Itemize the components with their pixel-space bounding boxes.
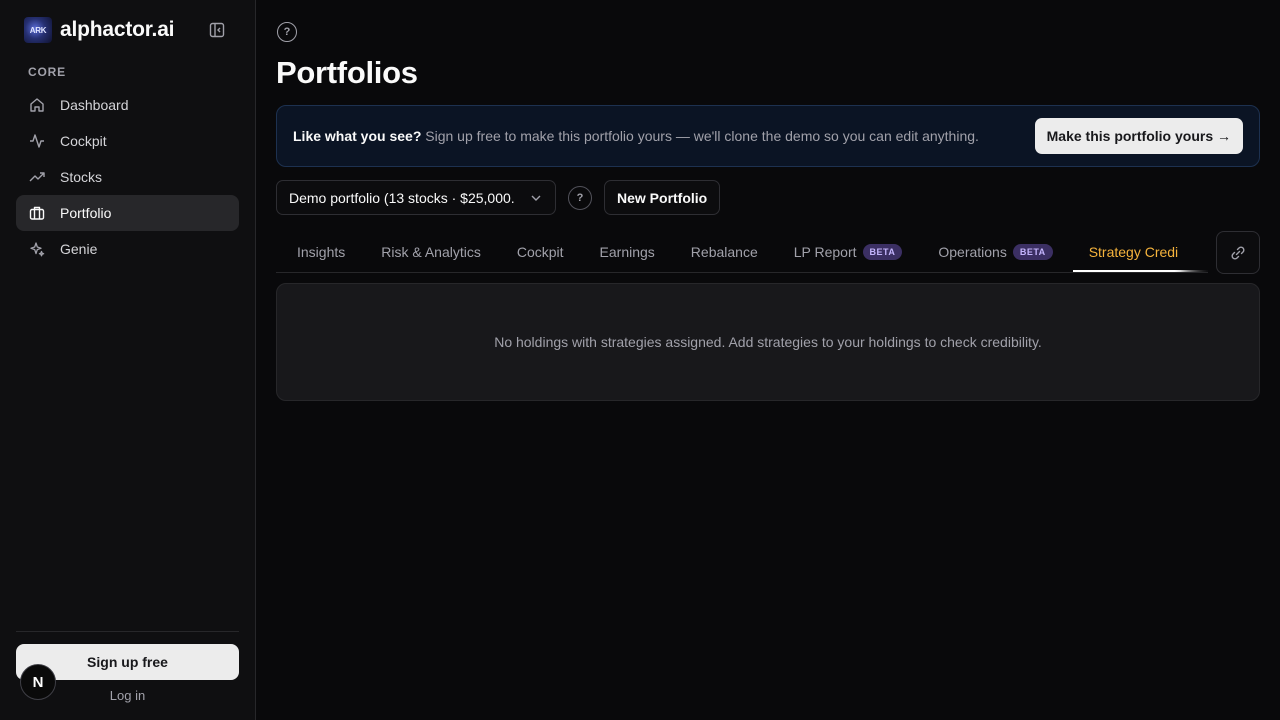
home-icon xyxy=(28,96,46,114)
banner-text: Like what you see? Sign up free to make … xyxy=(293,128,979,144)
brand-name: alphactor.ai xyxy=(60,18,175,41)
sidebar: ARK alphactor.ai CORE Dashboard Cockpit … xyxy=(0,0,256,720)
tabs-scroll-fade xyxy=(1180,232,1210,272)
tab-operations[interactable]: Operations BETA xyxy=(938,232,1053,272)
sidebar-item-label: Dashboard xyxy=(60,97,129,113)
sidebar-item-label: Portfolio xyxy=(60,205,112,221)
banner-body: Sign up free to make this portfolio your… xyxy=(421,128,979,144)
share-link-button[interactable] xyxy=(1216,231,1260,274)
sidebar-item-cockpit[interactable]: Cockpit xyxy=(16,123,239,159)
brand[interactable]: ARK alphactor.ai xyxy=(24,17,175,43)
sparkles-icon xyxy=(28,240,46,258)
make-portfolio-yours-button[interactable]: Make this portfolio yours → xyxy=(1034,118,1243,154)
trending-up-icon xyxy=(28,168,46,186)
briefcase-icon xyxy=(28,204,46,222)
page-title: Portfolios xyxy=(276,55,418,90)
tab-label: Earnings xyxy=(599,244,655,260)
sidebar-item-dashboard[interactable]: Dashboard xyxy=(16,87,239,123)
activity-icon xyxy=(28,132,46,150)
panel-left-icon xyxy=(209,22,225,38)
sidebar-divider xyxy=(16,631,239,632)
tab-label: Strategy Credi xyxy=(1088,244,1179,260)
sidebar-item-label: Genie xyxy=(60,241,98,257)
beta-badge: BETA xyxy=(862,244,903,260)
tab-rebalance[interactable]: Rebalance xyxy=(691,232,758,272)
help-icon[interactable]: ? xyxy=(277,22,297,42)
portfolio-help-button[interactable]: ? xyxy=(568,186,592,210)
tab-label: Insights xyxy=(297,244,346,260)
new-portfolio-button[interactable]: New Portfolio xyxy=(604,180,721,215)
signup-banner: Like what you see? Sign up free to make … xyxy=(276,105,1260,167)
portfolio-tabs: Insights Risk & Analytics Cockpit Earnin… xyxy=(276,232,1208,273)
brand-logo: ARK xyxy=(24,17,52,43)
sidebar-item-genie[interactable]: Genie xyxy=(16,231,239,267)
tab-lp-report[interactable]: LP Report BETA xyxy=(794,232,903,272)
tab-label: Cockpit xyxy=(516,244,564,260)
dev-tools-badge[interactable]: N xyxy=(20,664,56,700)
sidebar-item-label: Cockpit xyxy=(60,133,107,149)
tab-label: Rebalance xyxy=(690,244,758,260)
nav-section-label: CORE xyxy=(28,65,66,79)
tab-cockpit[interactable]: Cockpit xyxy=(517,232,564,272)
tab-label: LP Report xyxy=(793,244,857,260)
chevron-down-icon xyxy=(531,195,541,201)
sidebar-item-stocks[interactable]: Stocks xyxy=(16,159,239,195)
tab-insights[interactable]: Insights xyxy=(297,232,345,272)
empty-state-message: No holdings with strategies assigned. Ad… xyxy=(494,334,1042,350)
tab-label: Operations xyxy=(938,244,1007,260)
portfolio-select-value: Demo portfolio (13 stocks · $25,000. xyxy=(289,189,515,206)
tab-earnings[interactable]: Earnings xyxy=(600,232,655,272)
sidebar-nav: Dashboard Cockpit Stocks Portfolio Genie xyxy=(16,87,239,267)
tab-label: Risk & Analytics xyxy=(381,244,481,260)
tab-risk-analytics[interactable]: Risk & Analytics xyxy=(381,232,481,272)
tab-strategy-credibility[interactable]: Strategy Credi xyxy=(1072,232,1208,272)
beta-badge: BETA xyxy=(1012,244,1053,260)
sidebar-item-portfolio[interactable]: Portfolio xyxy=(16,195,239,231)
empty-state-panel: No holdings with strategies assigned. Ad… xyxy=(276,283,1260,401)
link-icon xyxy=(1231,245,1245,260)
sidebar-collapse-button[interactable] xyxy=(208,21,226,39)
portfolio-select[interactable]: Demo portfolio (13 stocks · $25,000. xyxy=(276,180,556,215)
sidebar-item-label: Stocks xyxy=(60,169,103,185)
banner-lead: Like what you see? xyxy=(293,128,422,144)
